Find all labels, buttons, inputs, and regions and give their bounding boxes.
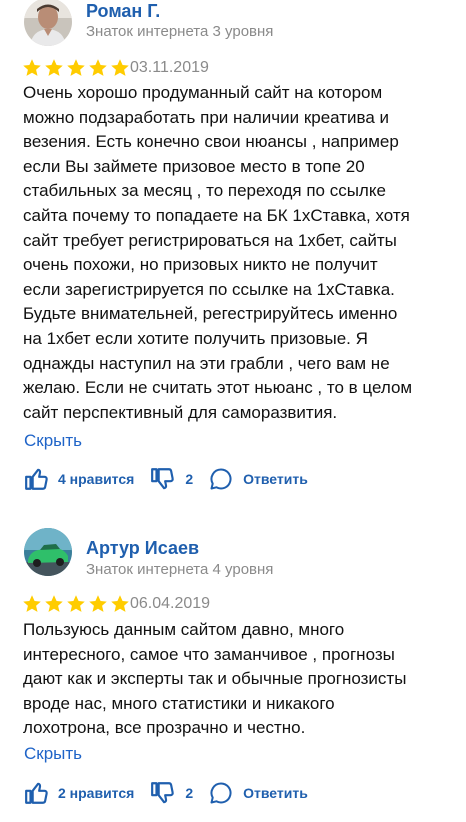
reply-button[interactable]: Ответить [209,467,308,491]
review-date: 03.11.2019 [130,59,209,76]
dislike-count: 2 [185,785,194,801]
like-button[interactable]: 4 нравится [24,466,134,492]
review-text-line: если Вы займете призовое место в топе 20 [23,156,365,176]
rating-stars [22,594,130,614]
review-text-line: очень похожи, но призовых никто не получ… [23,255,378,275]
review-text-line: можно подзаработать при наличии креатива… [23,107,390,127]
review-text: Очень хорошо продуманный сайт на котором… [23,81,453,425]
dislike-count: 2 [185,471,194,487]
review-text-line: дают как и эксперты так и обычные прогно… [23,669,407,689]
author-level: Знаток интернета 4 уровня [86,561,274,578]
review-text-line: стабильных за месяц , то переходя по ссы… [23,181,386,201]
person-photo-avatar-icon [24,0,72,46]
reply-button[interactable]: Ответить [209,781,308,805]
star-icon [23,595,41,612]
rating-stars [22,58,130,78]
user-avatar[interactable] [24,0,72,46]
review-date: 06.04.2019 [130,595,211,612]
author-level: Знаток интернета 3 уровня [86,23,274,40]
review-text-line: лохотрона, все прозрачно и честно. [23,718,306,738]
like-count-label: 2 нравится [58,785,135,801]
thumbs-down-icon [151,782,175,804]
star-icon [67,595,85,612]
star-icon [111,59,129,76]
star-icon [45,595,63,612]
review-text-line: вроде нас, много статистики и никакого [23,693,335,713]
star-icon [89,595,107,612]
review-author-name[interactable]: Роман Г. [86,1,160,22]
review-text-line: желаю. Если не считать этот ньюанс , то … [23,378,413,398]
star-icon [89,59,107,76]
user-avatar[interactable] [24,528,72,576]
review-text-line: Пользуюсь данным сайтом давно, много [23,620,345,639]
review-text-line: интересного, самое что заманчивое , прог… [23,644,395,664]
hide-review-link[interactable]: Скрыть [24,744,82,764]
comment-bubble-icon [210,782,232,804]
review-text-line: однажды наступил на эти грабли , чего ва… [23,353,390,373]
review-text-line: на 1хбет если хотите получить призовые. … [23,328,368,348]
star-icon [67,59,85,76]
star-icon [45,59,63,76]
review-text-line: Очень хорошо продуманный сайт на котором [23,83,383,102]
thumbs-up-icon [25,782,48,804]
review-actions: 4 нравится 2 Ответить [24,466,308,492]
review-actions: 2 нравится 2 Ответить [24,780,308,806]
star-icon [111,595,129,612]
review-text-line: сайт требует регистрироваться на 1хбет, … [23,230,397,250]
like-button[interactable]: 2 нравится [24,780,134,806]
review-text-line: сайт перспективный для саморазвития. [23,402,338,422]
review-author-name[interactable]: Артур Исаев [86,538,199,559]
hide-review-link[interactable]: Скрыть [24,431,82,451]
comment-bubble-icon [210,468,232,490]
review-text-line: везения. Есть конечно свои нюансы , напр… [23,132,399,152]
dislike-button[interactable]: 2 [150,780,193,806]
like-count-label: 4 нравится [58,471,135,487]
thumbs-down-icon [151,468,175,490]
review-text-line: сайта почему то попадаете на БК 1хСтавка… [23,205,410,225]
dislike-button[interactable]: 2 [150,466,193,492]
star-icon [23,59,41,76]
reply-label: Ответить [243,785,308,801]
review-text-line: если зарегистрируется по ссылке на 1хСта… [23,279,395,299]
review-text: Пользуюсь данным сайтом давно, много инт… [23,618,453,741]
thumbs-up-icon [25,468,48,490]
review-text-line: Будьте внимательней, регестрируйтесь име… [23,304,398,324]
green-car-avatar-icon [24,528,72,576]
reply-label: Ответить [243,471,308,487]
